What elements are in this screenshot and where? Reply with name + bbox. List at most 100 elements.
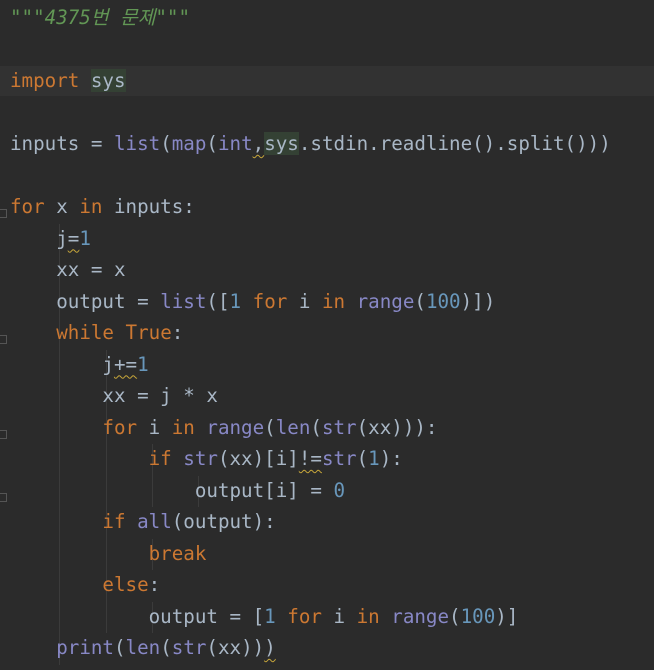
code-token: int — [217, 132, 253, 155]
code-token: ( — [414, 289, 426, 313]
code-line[interactable]: for i in range(len(str(xx))): — [0, 413, 654, 443]
code-token: str — [321, 447, 357, 470]
code-token: ( — [160, 636, 172, 659]
code-token: ( — [449, 604, 461, 628]
code-token: range — [206, 415, 265, 439]
code-text: j+=1 — [10, 350, 149, 380]
code-text: print(len(str(xx))) — [10, 633, 276, 663]
code-token: for — [10, 195, 45, 218]
code-token: output = — [10, 289, 161, 313]
code-token: += — [113, 352, 138, 376]
code-token: inputs = — [10, 132, 114, 155]
code-token: ( — [160, 132, 172, 155]
code-token: 1 — [264, 604, 276, 628]
code-token: str — [171, 636, 207, 659]
code-token: sys — [90, 69, 126, 92]
code-text: for x in inputs: — [10, 192, 195, 222]
code-token: inputs: — [102, 195, 195, 218]
code-token: for — [102, 415, 138, 439]
code-token: list — [113, 132, 161, 155]
code-line[interactable] — [0, 161, 654, 191]
code-token: in — [171, 415, 195, 439]
code-line[interactable]: j=1 — [0, 224, 654, 254]
code-text: for i in range(len(str(xx))): — [10, 413, 437, 443]
code-token: output = [ — [10, 604, 265, 628]
code-text: if str(xx)[i]!=str(1): — [10, 444, 403, 474]
code-token: (xx)[i] — [217, 447, 299, 470]
code-token: ( — [264, 415, 276, 439]
code-line[interactable] — [0, 35, 654, 65]
code-editor[interactable]: """4375번 문제""" import sys inputs = list(ma… — [0, 0, 654, 670]
code-line[interactable]: if str(xx)[i]!=str(1): — [0, 444, 654, 474]
code-token: (xx))): — [356, 415, 438, 439]
code-line[interactable]: xx = j * x — [0, 381, 654, 411]
code-token: 1 — [368, 447, 380, 470]
code-token: 100 — [460, 604, 496, 628]
code-text: break — [10, 539, 207, 569]
code-token: != — [298, 447, 322, 470]
code-token: for — [287, 604, 322, 628]
code-line[interactable]: xx = x — [0, 255, 654, 285]
code-line[interactable]: output = [1 for i in range(100)] — [0, 602, 654, 632]
code-text: while True: — [10, 318, 183, 348]
code-line[interactable]: for x in inputs: — [0, 192, 654, 222]
code-token: str — [321, 415, 357, 439]
code-line[interactable]: j+=1 — [0, 350, 654, 380]
code-line[interactable]: """4375번 문제""" — [0, 3, 654, 33]
code-line[interactable]: print(len(str(xx))) — [0, 633, 654, 663]
code-line[interactable]: output[i] = 0 — [0, 476, 654, 506]
code-token: j — [10, 352, 114, 376]
code-line[interactable]: while True: — [0, 318, 654, 348]
code-text: else: — [10, 570, 160, 600]
code-token: .stdin.readline().split())) — [298, 132, 611, 155]
code-token: if — [102, 510, 126, 533]
fold-marker-icon[interactable] — [0, 492, 7, 502]
code-token: 100 — [425, 289, 461, 313]
code-line[interactable]: else: — [0, 570, 654, 600]
code-token: ) — [264, 636, 276, 659]
code-token: xx = x — [10, 258, 126, 281]
code-text: output = [1 for i in range(100)] — [10, 602, 519, 632]
code-token: i — [287, 289, 322, 313]
code-line[interactable]: if all(output): — [0, 507, 654, 537]
code-token: i — [321, 604, 357, 628]
code-token: break — [148, 541, 207, 565]
code-token: in — [321, 289, 346, 313]
code-line[interactable]: inputs = list(map(int,sys.stdin.readline… — [0, 129, 654, 159]
code-token: 1 — [137, 352, 149, 376]
code-line[interactable]: import sys — [0, 66, 654, 96]
code-text: if all(output): — [10, 507, 275, 537]
code-token: (xx)) — [206, 636, 265, 659]
fold-marker-icon[interactable] — [0, 209, 7, 218]
code-text: inputs = list(map(int,sys.stdin.readline… — [10, 129, 611, 159]
fold-marker-icon[interactable] — [0, 429, 7, 439]
code-line[interactable] — [0, 98, 654, 128]
code-text: xx = j * x — [10, 381, 218, 411]
code-token: 0 — [333, 478, 346, 502]
code-token: ): — [379, 447, 403, 470]
code-token: : — [148, 573, 161, 596]
code-token: else — [102, 573, 149, 596]
code-token: 1 — [229, 289, 242, 313]
code-token: ([ — [206, 289, 230, 313]
fold-marker-icon[interactable] — [0, 335, 7, 344]
code-line[interactable]: output = list([1 for i in range(100)]) — [0, 287, 654, 317]
code-token: , — [252, 132, 265, 155]
code-text: output = list([1 for i in range(100)]) — [10, 287, 495, 317]
code-token: """4375번 문제""" — [10, 6, 191, 29]
code-token: len — [275, 415, 311, 439]
code-text: import sys — [10, 66, 126, 96]
code-line[interactable]: break — [0, 539, 654, 569]
code-token: j — [10, 226, 68, 250]
code-token: sys — [264, 132, 299, 155]
